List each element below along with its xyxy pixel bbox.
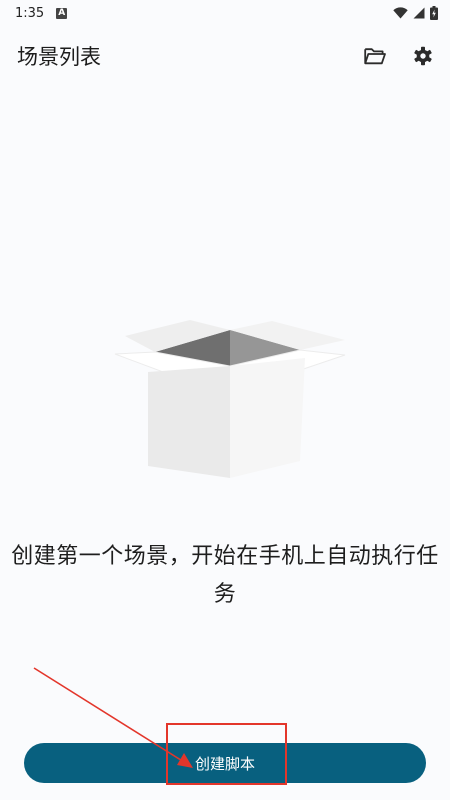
status-time: 1:35 [15, 5, 45, 21]
settings-button[interactable] [410, 43, 436, 69]
create-script-button[interactable]: 创建脚本 [24, 743, 426, 783]
app-bar: 场景列表 [0, 34, 450, 78]
open-folder-button[interactable] [362, 43, 388, 69]
signal-icon [413, 7, 425, 19]
battery-icon [430, 6, 438, 20]
open-box-icon [114, 320, 346, 478]
empty-state-message: 创建第一个场景，开始在手机上自动执行任务 [11, 544, 439, 607]
gear-icon [414, 46, 432, 66]
status-bar: 1:35 A [0, 0, 450, 26]
wifi-icon [393, 7, 408, 19]
a-letter-icon: A [56, 7, 68, 19]
folder-icon [364, 48, 386, 65]
create-script-label: 创建脚本 [194, 754, 255, 773]
page-title: 场景列表 [17, 45, 101, 69]
